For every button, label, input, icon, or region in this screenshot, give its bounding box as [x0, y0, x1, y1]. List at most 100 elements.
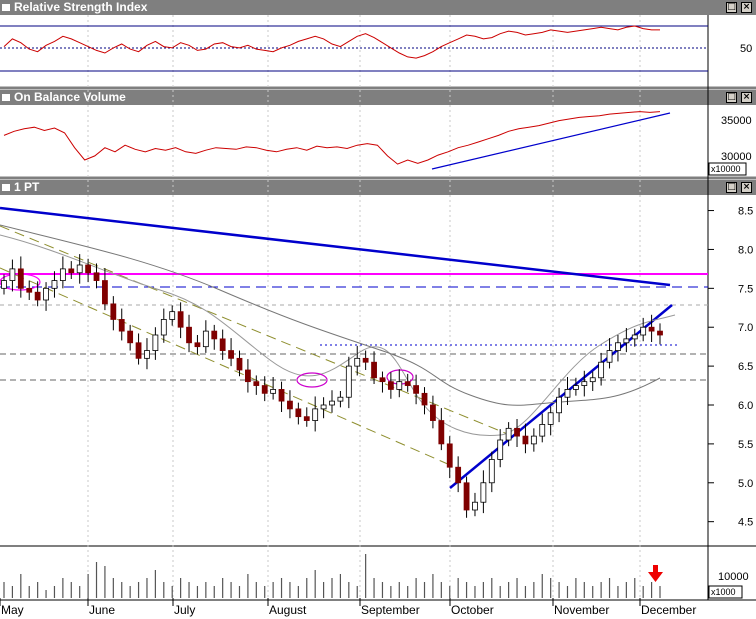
candle-up	[160, 319, 167, 336]
candle-down	[404, 381, 411, 386]
candle-up	[480, 482, 487, 503]
candle-up	[354, 357, 361, 367]
candle-down	[186, 326, 192, 344]
candle-down	[455, 466, 462, 484]
price-y-tick-label: 5.5	[738, 439, 753, 451]
candle-up	[530, 435, 537, 445]
month-label: November	[554, 603, 609, 617]
obv-tick-30000: 30000	[721, 151, 752, 163]
rsi-level-label: 50	[740, 43, 752, 55]
candle-down	[261, 385, 268, 394]
candle-up	[572, 385, 579, 390]
candle-up	[615, 342, 621, 351]
price-y-tick-label: 8.5	[738, 206, 753, 218]
price-y-tick-label: 5.0	[738, 478, 753, 490]
candle-down	[93, 272, 100, 281]
candle-down	[17, 268, 24, 289]
candle-down	[177, 311, 184, 328]
candle-up	[169, 311, 176, 320]
candle-up	[144, 350, 150, 359]
candle-up	[202, 330, 209, 348]
candle-up	[1, 280, 7, 289]
candle-down	[371, 361, 377, 379]
candle-down	[657, 330, 663, 336]
candle-up	[581, 381, 588, 386]
candle-down	[648, 326, 655, 332]
candle-down	[303, 416, 310, 421]
candle-up	[598, 361, 605, 379]
candle-down	[135, 342, 142, 359]
candle-down	[219, 338, 226, 351]
candle-down	[387, 381, 394, 390]
candle-down	[379, 377, 386, 383]
candle-down	[438, 420, 445, 445]
month-label: July	[174, 603, 195, 617]
candle-up	[547, 412, 554, 425]
candle-up	[345, 365, 352, 398]
candle-up	[396, 381, 403, 390]
candle-up	[606, 350, 613, 363]
chart-canvas[interactable]: 50 35000 30000 x10000 8.5 8.0 7.5 7.0 6.5 6.0…	[0, 0, 756, 619]
candle-down	[446, 443, 453, 468]
candle-up	[337, 396, 344, 402]
candle-up	[76, 264, 83, 274]
candle-down	[295, 408, 302, 418]
candle-down	[522, 435, 529, 445]
candle-down	[463, 482, 470, 511]
price-pane	[0, 195, 756, 545]
month-axis: May June July August September October Novembe…	[0, 598, 696, 617]
candle-down	[362, 357, 369, 363]
candle-down	[194, 342, 201, 348]
candle-down	[127, 330, 134, 344]
candle-down	[68, 268, 75, 274]
candle-up	[539, 424, 546, 437]
price-y-tick-label: 6.0	[738, 400, 753, 412]
candle-down	[430, 404, 436, 421]
price-y-tick-label: 7.0	[738, 322, 753, 334]
candle-up	[623, 338, 630, 344]
candle-down	[253, 381, 260, 386]
month-label: December	[641, 603, 696, 617]
candle-up	[488, 459, 495, 484]
candle-down	[236, 357, 243, 371]
candle-up	[640, 326, 647, 336]
candle-down	[110, 303, 117, 320]
price-y-tick-label: 8.0	[738, 244, 753, 256]
candle-down	[85, 264, 92, 274]
month-label: September	[361, 603, 420, 617]
price-y-tick-label: 7.5	[738, 283, 753, 295]
candle-up	[312, 408, 319, 421]
candle-down	[211, 330, 218, 340]
candle-up	[152, 334, 159, 351]
candle-down	[421, 392, 428, 406]
candle-up	[51, 280, 58, 289]
candle-down	[34, 291, 41, 301]
obv-tick-35000: 35000	[721, 115, 752, 127]
obv-pane	[0, 105, 756, 178]
month-label: August	[269, 603, 307, 617]
candle-up	[505, 427, 512, 441]
candle-down	[278, 389, 285, 402]
candle-up	[631, 334, 638, 340]
candle-up	[320, 404, 327, 410]
candle-up	[564, 389, 571, 398]
month-label: October	[451, 603, 494, 617]
candle-down	[228, 350, 234, 359]
candle-down	[244, 369, 251, 383]
volume-tick-10000: 10000	[718, 571, 749, 583]
candle-down	[413, 385, 420, 394]
candle-up	[9, 268, 16, 281]
obv-scale-label: x10000	[711, 164, 741, 174]
volume-scale-label: x1000	[711, 587, 736, 597]
candle-down	[102, 280, 108, 305]
candle-up	[589, 377, 596, 383]
month-label: May	[1, 603, 24, 617]
month-label: June	[89, 603, 115, 617]
candle-up	[59, 268, 66, 281]
candle-up	[556, 396, 562, 414]
candle-up	[270, 389, 277, 394]
candle-down	[26, 287, 33, 293]
candle-up	[43, 287, 49, 301]
candle-up	[472, 501, 478, 511]
price-y-tick-label: 4.5	[738, 517, 753, 529]
